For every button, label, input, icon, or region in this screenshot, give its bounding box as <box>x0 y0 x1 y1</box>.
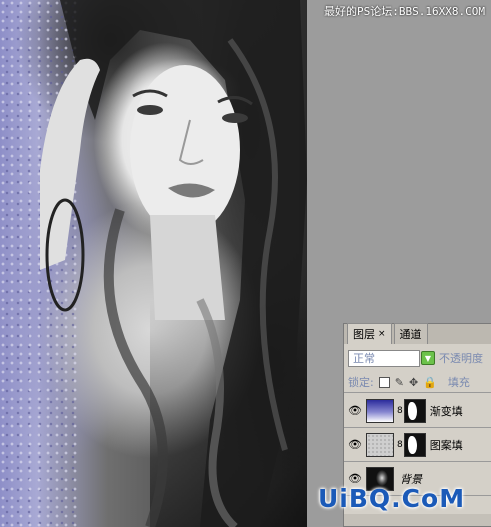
panel-tabs: 图层 × 通道 <box>344 323 491 344</box>
tab-channels-label: 通道 <box>399 328 422 341</box>
lock-row: 锁定: ✎ ✥ 🔒 填充 <box>344 372 491 393</box>
layer-gradient-fill[interactable]: 👁 8 渐变填 <box>344 394 491 428</box>
tab-channels[interactable]: 通道 <box>393 323 428 344</box>
close-icon[interactable]: × <box>378 329 386 339</box>
layer-mask-thumbnail[interactable] <box>403 398 426 423</box>
fill-label: 填充 <box>447 376 470 389</box>
portrait-figure <box>40 0 307 527</box>
chain-link-icon[interactable]: 8 <box>397 440 403 450</box>
lock-label: 锁定: <box>348 376 374 389</box>
layer-thumbnail <box>366 432 394 457</box>
blend-row: 正常 ▼ 不透明度 <box>344 344 491 372</box>
brush-icon[interactable]: ✎ <box>395 376 404 389</box>
lock-icon[interactable]: 🔒 <box>423 376 437 389</box>
move-icon[interactable]: ✥ <box>409 376 418 389</box>
layer-thumbnail <box>366 398 394 423</box>
opacity-label: 不透明度 <box>439 352 483 365</box>
layer-name: 渐变填 <box>429 404 463 418</box>
panel-bottom-toolbar <box>344 514 491 526</box>
photo-canvas[interactable] <box>0 0 307 527</box>
layers-list: 👁 8 渐变填 👁 8 图案填 👁 背景 <box>344 394 491 496</box>
lock-transparency-icon[interactable] <box>378 376 390 388</box>
chain-link-icon[interactable]: 8 <box>397 406 403 416</box>
tab-layers-label: 图层 <box>353 328 375 341</box>
tab-layers[interactable]: 图层 × <box>347 323 392 344</box>
layer-pattern-fill[interactable]: 👁 8 图案填 <box>344 428 491 462</box>
chevron-down-icon[interactable]: ▼ <box>421 351 435 365</box>
eye-icon[interactable]: 👁 <box>344 438 366 451</box>
site-watermark: 最好的PS论坛:BBS.16XX8.COM <box>324 5 485 18</box>
blend-mode-value: 正常 <box>353 352 375 365</box>
layer-mask-thumbnail[interactable] <box>403 432 426 457</box>
eye-icon[interactable]: 👁 <box>344 404 366 417</box>
blend-mode-select[interactable]: 正常 <box>348 349 420 367</box>
left-eye <box>137 105 163 115</box>
site-logo: UiBQ.CoM <box>318 484 466 513</box>
right-eye <box>222 113 248 123</box>
layer-name: 图案填 <box>429 438 463 452</box>
